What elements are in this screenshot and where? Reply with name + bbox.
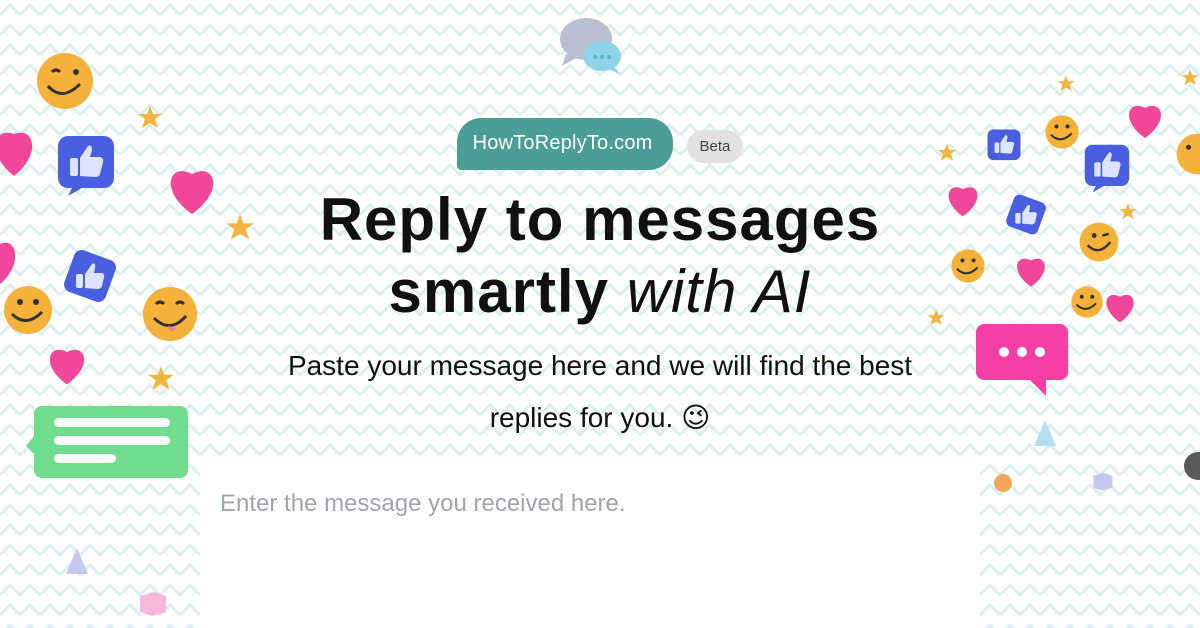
typing-bubble-icon — [976, 324, 1068, 396]
headline-emphasis: with AI — [626, 258, 812, 325]
message-input-card — [200, 460, 980, 628]
cube-shape-icon — [140, 592, 166, 616]
star-icon — [1057, 75, 1075, 92]
sphere-shape-icon — [994, 474, 1012, 492]
message-input[interactable] — [200, 460, 980, 628]
headline-line-2: smartly with AI — [0, 256, 1200, 328]
smiley-icon — [37, 53, 93, 109]
cone-shape-icon — [1034, 420, 1056, 446]
subtitle-line-1: Paste your message here and we will find… — [287, 350, 913, 381]
text-bubble-icon — [26, 406, 188, 478]
brand-logo[interactable]: HowToReplyTo.com — [456, 118, 673, 170]
headline-line-1: Reply to messages — [319, 186, 881, 253]
cube-shape-icon — [1093, 472, 1113, 491]
star-icon — [1181, 69, 1199, 86]
heart-icon — [49, 349, 85, 385]
cone-shape-icon — [66, 548, 88, 574]
headline-strong: smartly — [388, 258, 609, 325]
beta-badge: Beta — [686, 129, 744, 163]
sphere-shape-icon — [1184, 452, 1200, 480]
subtitle-line-2: replies for you. 😉 — [489, 402, 711, 433]
chat-bubbles-icon — [560, 18, 621, 74]
brand-header: HowToReplyTo.com Beta — [0, 118, 1200, 170]
star-icon — [148, 366, 174, 390]
subtitle: Paste your message here and we will find… — [230, 340, 970, 444]
